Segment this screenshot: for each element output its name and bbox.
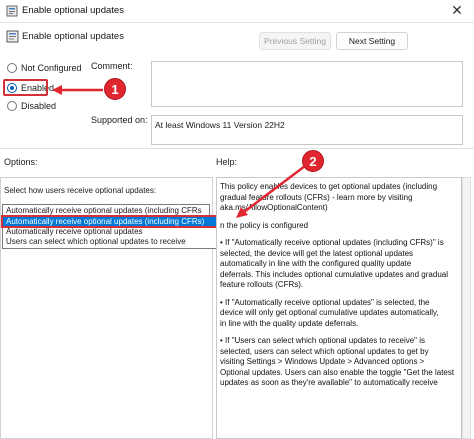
arrow-head bbox=[236, 207, 248, 218]
step-1-badge: 1 bbox=[104, 78, 126, 100]
arrow-to-option bbox=[243, 165, 306, 213]
step-2-badge: 2 bbox=[302, 150, 324, 172]
annotation-arrows bbox=[52, 85, 306, 218]
arrow-head bbox=[52, 85, 62, 95]
